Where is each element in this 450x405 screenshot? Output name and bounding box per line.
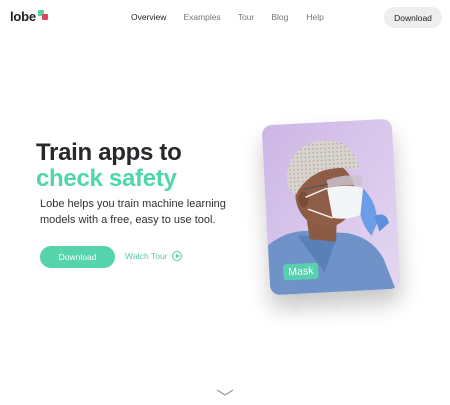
headline-line-1: Train apps to <box>36 139 182 166</box>
example-image-card: Mask <box>261 118 401 296</box>
watch-tour-label: Watch Tour <box>125 251 168 261</box>
watch-tour-link[interactable]: Watch Tour <box>125 251 182 261</box>
logo-mark-icon <box>37 10 48 20</box>
hero-description: Lobe helps you train machine learning mo… <box>40 198 226 226</box>
classification-label: Mask <box>282 262 319 281</box>
hero-download-button[interactable]: Download <box>40 246 115 268</box>
headline-line-2: check safety <box>36 165 177 192</box>
top-navigation: lobe Overview Examples Tour Blog Help Do… <box>0 0 450 36</box>
nav-link-blog[interactable]: Blog <box>271 12 288 22</box>
nav-link-overview[interactable]: Overview <box>131 12 166 22</box>
nav-link-help[interactable]: Help <box>306 12 323 22</box>
play-circle-icon <box>171 251 182 261</box>
hero-headline: Train apps to check safety <box>36 139 182 192</box>
chevron-down-icon[interactable] <box>215 388 235 398</box>
logo-text: lobe <box>10 9 36 24</box>
nav-links: Overview Examples Tour Blog Help <box>131 12 324 22</box>
nav-link-tour[interactable]: Tour <box>238 12 255 22</box>
nav-download-button[interactable]: Download <box>384 7 442 28</box>
lobe-logo[interactable]: lobe <box>10 9 48 24</box>
nav-link-examples[interactable]: Examples <box>183 12 220 22</box>
